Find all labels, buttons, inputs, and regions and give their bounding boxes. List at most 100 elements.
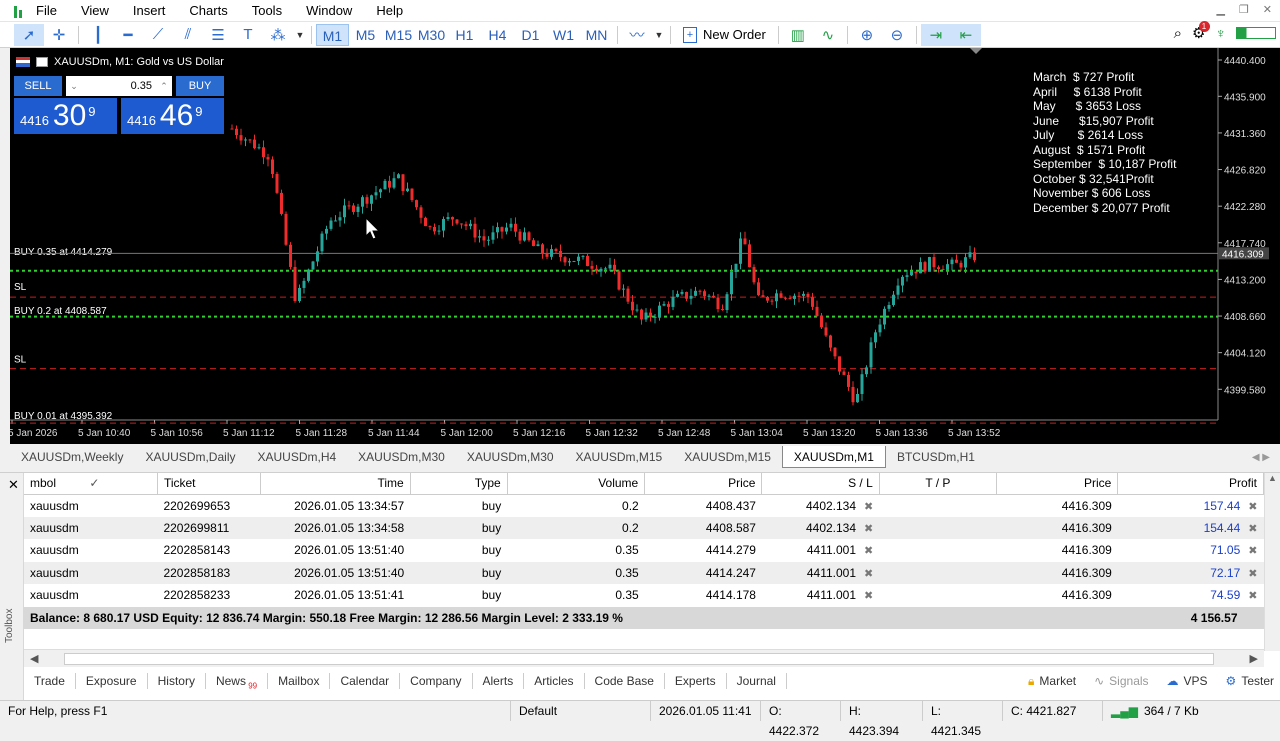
- chart-tab[interactable]: XAUUSDm,M1: [781, 446, 886, 468]
- remove-sl-icon[interactable]: ✖: [864, 568, 873, 580]
- column-header[interactable]: Volume: [507, 473, 646, 495]
- timeframe-w1[interactable]: W1: [547, 24, 580, 46]
- remove-sl-icon[interactable]: ✖: [864, 590, 873, 602]
- chart-tab[interactable]: XAUUSDm,M15: [673, 446, 782, 468]
- remove-sl-icon[interactable]: ✖: [864, 545, 873, 557]
- price-chart[interactable]: 4440.400 4435.900 4431.360 4426.820 4422.280…: [10, 48, 1280, 444]
- column-header[interactable]: Ticket: [157, 473, 262, 495]
- close-position-icon[interactable]: ✖: [1248, 590, 1257, 602]
- sell-button[interactable]: SELL: [14, 76, 62, 96]
- table-row[interactable]: xauusdm 2202699653 2026.01.05 13:34:57 buy 0…: [24, 494, 1264, 517]
- volume-increase-icon[interactable]: ⌃: [156, 81, 172, 92]
- close-position-icon[interactable]: ✖: [1248, 501, 1257, 513]
- toolbox-tab[interactable]: Alerts: [473, 673, 525, 689]
- remove-sl-icon[interactable]: ✖: [864, 523, 873, 535]
- shapes-icon[interactable]: ⁂: [263, 24, 293, 46]
- connection-icon[interactable]: ♆: [1216, 25, 1227, 41]
- fibonacci-icon[interactable]: ☰: [203, 24, 233, 46]
- table-row[interactable]: xauusdm 2202858143 2026.01.05 13:51:40 buy 0…: [24, 539, 1264, 562]
- zoom-out-icon[interactable]: ⊖: [882, 24, 912, 46]
- toolbox-tab[interactable]: Exposure: [76, 673, 148, 689]
- scroll-right-icon[interactable]: ▶: [1250, 652, 1258, 665]
- chart-tab[interactable]: XAUUSDm,M30: [347, 446, 456, 468]
- chart-tab[interactable]: XAUUSDm,Daily: [134, 446, 246, 468]
- menu-help[interactable]: Help: [364, 0, 415, 22]
- column-header[interactable]: S / L: [761, 473, 880, 495]
- new-order-button[interactable]: + New Order: [675, 26, 774, 43]
- close-icon[interactable]: ✕: [8, 477, 19, 493]
- chart-tab[interactable]: XAUUSDm,M15: [565, 446, 674, 468]
- channel-icon[interactable]: ⫽: [173, 24, 203, 46]
- toolbox-tab[interactable]: Mailbox: [268, 673, 331, 689]
- timeframe-m15[interactable]: M15: [382, 24, 415, 46]
- close-position-icon[interactable]: ✖: [1248, 568, 1257, 580]
- zoom-in-icon[interactable]: ⊕: [852, 24, 882, 46]
- vertical-line-icon[interactable]: ┃: [83, 24, 113, 46]
- close-icon[interactable]: ✕: [1263, 3, 1272, 16]
- timeframe-h1[interactable]: H1: [448, 24, 481, 46]
- chart-tab[interactable]: XAUUSDm,M30: [456, 446, 565, 468]
- tester-tab[interactable]: ⚙ Tester: [1226, 674, 1274, 688]
- vps-tab[interactable]: ☁ VPS: [1167, 674, 1208, 688]
- auto-scroll-icon[interactable]: ⇥: [920, 23, 951, 46]
- table-row[interactable]: xauusdm 2202858183 2026.01.05 13:51:40 buy 0…: [24, 561, 1264, 584]
- column-header[interactable]: mbol ✓: [24, 473, 158, 495]
- timeframe-d1[interactable]: D1: [514, 24, 547, 46]
- chevron-down-icon[interactable]: ▼: [652, 24, 666, 46]
- volume-decrease-icon[interactable]: ⌄: [66, 81, 82, 92]
- chart-shift-icon[interactable]: ⇤: [950, 23, 981, 46]
- menu-charts[interactable]: Charts: [177, 0, 239, 22]
- menu-view[interactable]: View: [69, 0, 121, 22]
- scroll-left-icon[interactable]: ◀: [30, 652, 38, 665]
- status-profile[interactable]: Default: [510, 700, 650, 721]
- toolbox-tab[interactable]: Experts: [665, 673, 727, 689]
- toolbox-tab[interactable]: Journal: [727, 673, 787, 689]
- column-header[interactable]: T / P: [879, 473, 998, 495]
- column-header[interactable]: Price: [644, 473, 763, 495]
- close-position-icon[interactable]: ✖: [1248, 545, 1257, 557]
- chevron-down-icon[interactable]: ▼: [293, 24, 307, 46]
- toolbox-tab[interactable]: News 99: [206, 673, 269, 690]
- menu-insert[interactable]: Insert: [121, 0, 178, 22]
- market-tab[interactable]: 🔒︎ Market: [1028, 674, 1076, 689]
- menu-tools[interactable]: Tools: [240, 0, 294, 22]
- vertical-scrollbar[interactable]: ▲: [1264, 473, 1280, 651]
- menu-file[interactable]: File: [34, 0, 69, 22]
- timeframe-mn[interactable]: MN: [580, 24, 613, 46]
- close-position-icon[interactable]: ✖: [1248, 523, 1257, 535]
- horizontal-line-icon[interactable]: ━: [113, 24, 143, 46]
- notifications-icon[interactable]: ⚙ 1: [1192, 21, 1210, 42]
- signals-tab[interactable]: ∿ Signals: [1094, 674, 1148, 688]
- column-header[interactable]: Profit: [1117, 473, 1264, 495]
- buy-button[interactable]: BUY: [176, 76, 224, 96]
- timeframe-h4[interactable]: H4: [481, 24, 514, 46]
- text-icon[interactable]: T: [233, 24, 263, 46]
- cursor-icon[interactable]: ➚: [14, 23, 44, 46]
- remove-sl-icon[interactable]: ✖: [864, 501, 873, 513]
- toolbox-tab[interactable]: History: [148, 673, 206, 689]
- chart-type-icon[interactable]: 〰: [622, 24, 652, 46]
- volume-value[interactable]: 0.35: [82, 80, 156, 92]
- tab-scroll-icon[interactable]: ◀ ▶: [1252, 452, 1280, 463]
- toolbox-tab[interactable]: Company: [400, 673, 473, 689]
- column-header[interactable]: Time: [260, 473, 411, 495]
- volume-input[interactable]: ⌄ 0.35 ⌃: [66, 76, 172, 96]
- timeframe-m30[interactable]: M30: [415, 24, 448, 46]
- toolbox-tab[interactable]: Code Base: [585, 673, 665, 689]
- column-header[interactable]: Type: [410, 473, 508, 495]
- table-row[interactable]: xauusdm 2202699811 2026.01.05 13:34:58 buy 0…: [24, 516, 1264, 539]
- chart-tab[interactable]: BTCUSDm,H1: [886, 446, 986, 468]
- chart-tab[interactable]: XAUUSDm,Weekly: [10, 446, 134, 468]
- toolbox-tab[interactable]: Articles: [524, 673, 585, 689]
- ask-price[interactable]: 4416 46 9: [121, 98, 224, 134]
- signal-icon[interactable]: ∿: [813, 24, 843, 46]
- table-row[interactable]: xauusdm 2202858233 2026.01.05 13:51:41 buy 0…: [24, 584, 1264, 607]
- horizontal-scrollbar[interactable]: ◀ ▶: [24, 649, 1264, 667]
- search-icon[interactable]: ⌕: [1174, 25, 1182, 42]
- bid-price[interactable]: 4416 30 9: [14, 98, 117, 134]
- trendline-icon[interactable]: ⟋: [143, 24, 173, 46]
- toolbox-tab[interactable]: Calendar: [330, 673, 401, 689]
- restore-icon[interactable]: ❐: [1239, 3, 1249, 16]
- scroll-thumb[interactable]: [64, 653, 1214, 665]
- scroll-up-icon[interactable]: ▲: [1265, 473, 1280, 483]
